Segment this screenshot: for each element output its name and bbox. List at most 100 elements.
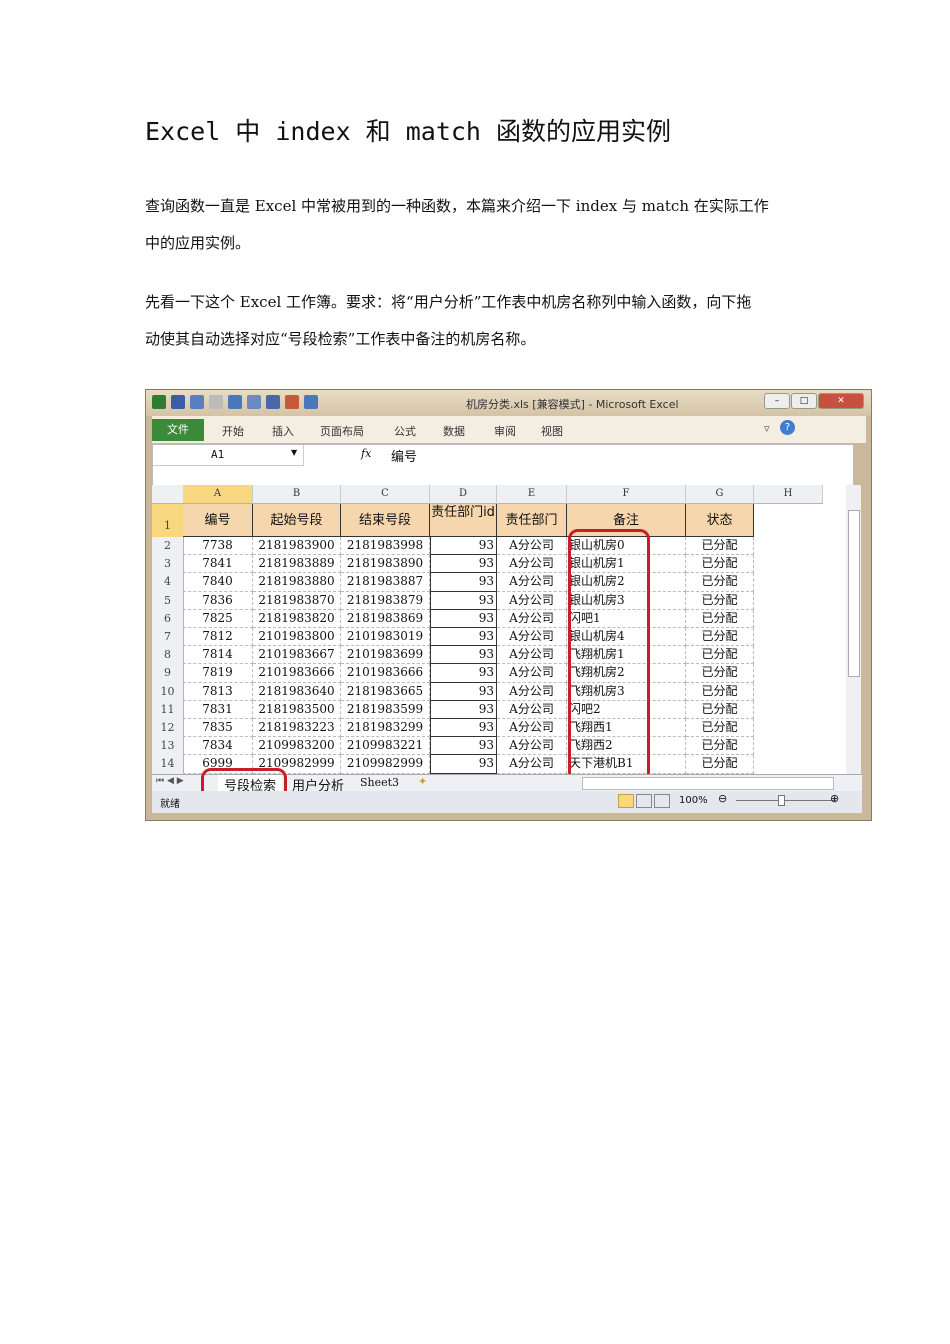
name-box[interactable]: A1 ▼ <box>153 445 304 466</box>
table-cell[interactable]: 7834 <box>183 737 253 756</box>
header-cell[interactable]: 责任部门 <box>497 504 567 537</box>
table-cell[interactable]: 93 <box>430 555 497 574</box>
table-cell[interactable]: A分公司 <box>497 719 567 738</box>
table-cell[interactable]: 2181983223 <box>253 719 341 738</box>
select-all-corner[interactable] <box>152 485 184 504</box>
column-header-h[interactable]: H <box>754 485 823 504</box>
table-cell[interactable]: 2181983599 <box>341 700 430 719</box>
table-cell[interactable]: A分公司 <box>497 628 567 647</box>
table-cell[interactable]: 2181983900 <box>253 537 341 556</box>
fx-icon[interactable]: fx <box>361 447 371 460</box>
row-header[interactable]: 3 <box>152 555 184 575</box>
table-cell[interactable]: 7812 <box>183 628 253 647</box>
table-cell[interactable]: 已分配 <box>686 755 754 774</box>
help-icon[interactable]: ? <box>780 420 795 435</box>
table-cell[interactable]: A分公司 <box>497 609 567 628</box>
table-cell[interactable]: 7813 <box>183 682 253 701</box>
table-cell[interactable]: A分公司 <box>497 682 567 701</box>
header-cell[interactable]: 编号 <box>183 504 253 537</box>
header-cell[interactable]: 状态 <box>686 504 754 537</box>
zoom-slider-handle[interactable] <box>778 795 785 806</box>
tab-file[interactable]: 文件 <box>152 419 204 441</box>
column-header-b[interactable]: B <box>253 485 341 504</box>
table-cell[interactable]: 93 <box>430 646 497 665</box>
scroll-thumb[interactable] <box>848 510 860 677</box>
horizontal-scrollbar[interactable] <box>582 777 834 790</box>
table-cell[interactable]: 93 <box>430 755 497 774</box>
table-cell[interactable]: A分公司 <box>497 755 567 774</box>
table-cell[interactable]: 2181983879 <box>341 591 430 610</box>
row-header[interactable]: 7 <box>152 628 184 648</box>
table-cell[interactable]: 已分配 <box>686 555 754 574</box>
table-cell[interactable]: 2181983870 <box>253 591 341 610</box>
table-cell[interactable]: 2181983299 <box>341 719 430 738</box>
dropdown-arrow-icon[interactable]: ▼ <box>291 448 297 457</box>
maximize-button[interactable]: □ <box>791 393 817 409</box>
table-cell[interactable]: 已分配 <box>686 609 754 628</box>
row-header[interactable]: 12 <box>152 719 184 739</box>
table-cell[interactable]: 7819 <box>183 664 253 683</box>
table-cell[interactable]: 已分配 <box>686 737 754 756</box>
table-cell[interactable]: 7836 <box>183 591 253 610</box>
form-icon[interactable] <box>304 395 318 409</box>
tab-page-layout[interactable]: 页面布局 <box>320 423 364 439</box>
tab-home[interactable]: 开始 <box>222 423 244 439</box>
row-header[interactable]: 10 <box>152 682 184 702</box>
table-cell[interactable]: 7835 <box>183 719 253 738</box>
table-cell[interactable]: 93 <box>430 609 497 628</box>
table-cell[interactable]: 2101983019 <box>341 628 430 647</box>
save-icon[interactable] <box>171 395 185 409</box>
header-cell[interactable]: 责任部门id <box>430 504 497 537</box>
zoom-slider[interactable] <box>736 800 836 801</box>
tab-review[interactable]: 审阅 <box>494 423 516 439</box>
header-cell[interactable]: 结束号段 <box>341 504 430 537</box>
row-header[interactable]: 11 <box>152 700 184 720</box>
table-cell[interactable]: 93 <box>430 737 497 756</box>
table-cell[interactable]: 已分配 <box>686 664 754 683</box>
table-cell[interactable]: 93 <box>430 628 497 647</box>
filter-icon[interactable] <box>266 395 280 409</box>
header-cell[interactable]: 起始号段 <box>253 504 341 537</box>
table-cell[interactable]: 2101983699 <box>341 646 430 665</box>
row-header[interactable]: 2 <box>152 537 184 557</box>
table-cell[interactable]: 2101983666 <box>341 664 430 683</box>
table-cell[interactable]: 7738 <box>183 537 253 556</box>
table-cell[interactable]: A分公司 <box>497 591 567 610</box>
zoom-out-icon[interactable]: ⊖ <box>718 792 727 805</box>
vertical-scrollbar[interactable] <box>846 485 861 775</box>
table-cell[interactable]: 已分配 <box>686 700 754 719</box>
table-cell[interactable]: 已分配 <box>686 719 754 738</box>
row-header[interactable]: 9 <box>152 664 184 684</box>
tab-view[interactable]: 视图 <box>541 423 563 439</box>
table-cell[interactable]: 已分配 <box>686 591 754 610</box>
table-cell[interactable]: 93 <box>430 719 497 738</box>
redo-icon[interactable] <box>209 395 223 409</box>
tab-insert[interactable]: 插入 <box>272 423 294 439</box>
close-button[interactable]: ✕ <box>818 393 864 409</box>
table-cell[interactable]: 2101983667 <box>253 646 341 665</box>
table-cell[interactable]: 93 <box>430 682 497 701</box>
row-header[interactable]: 8 <box>152 646 184 666</box>
tab-data[interactable]: 数据 <box>443 423 465 439</box>
table-cell[interactable]: 2181983640 <box>253 682 341 701</box>
table-cell[interactable]: 93 <box>430 573 497 592</box>
zoom-level[interactable]: 100% <box>679 795 708 806</box>
table-cell[interactable]: 2181983887 <box>341 573 430 592</box>
table-cell[interactable]: 已分配 <box>686 646 754 665</box>
page-layout-view-icon[interactable] <box>636 794 652 808</box>
row-header[interactable]: 5 <box>152 591 184 611</box>
table-cell[interactable]: 已分配 <box>686 537 754 556</box>
column-header-a[interactable]: A <box>183 485 253 504</box>
table-cell[interactable]: 2181983889 <box>253 555 341 574</box>
column-header-e[interactable]: E <box>497 485 567 504</box>
zoom-in-icon[interactable]: ⊕ <box>830 792 839 805</box>
column-header-c[interactable]: C <box>341 485 430 504</box>
table-cell[interactable]: 2181983998 <box>341 537 430 556</box>
table-cell[interactable]: 已分配 <box>686 628 754 647</box>
table-cell[interactable]: A分公司 <box>497 537 567 556</box>
normal-view-icon[interactable] <box>618 794 634 808</box>
table-cell[interactable]: 2101983666 <box>253 664 341 683</box>
table-cell[interactable]: 93 <box>430 664 497 683</box>
insert-sheet-icon[interactable]: ✦ <box>418 775 427 788</box>
sheet-tab-sheet3[interactable]: Sheet3 <box>360 776 399 789</box>
